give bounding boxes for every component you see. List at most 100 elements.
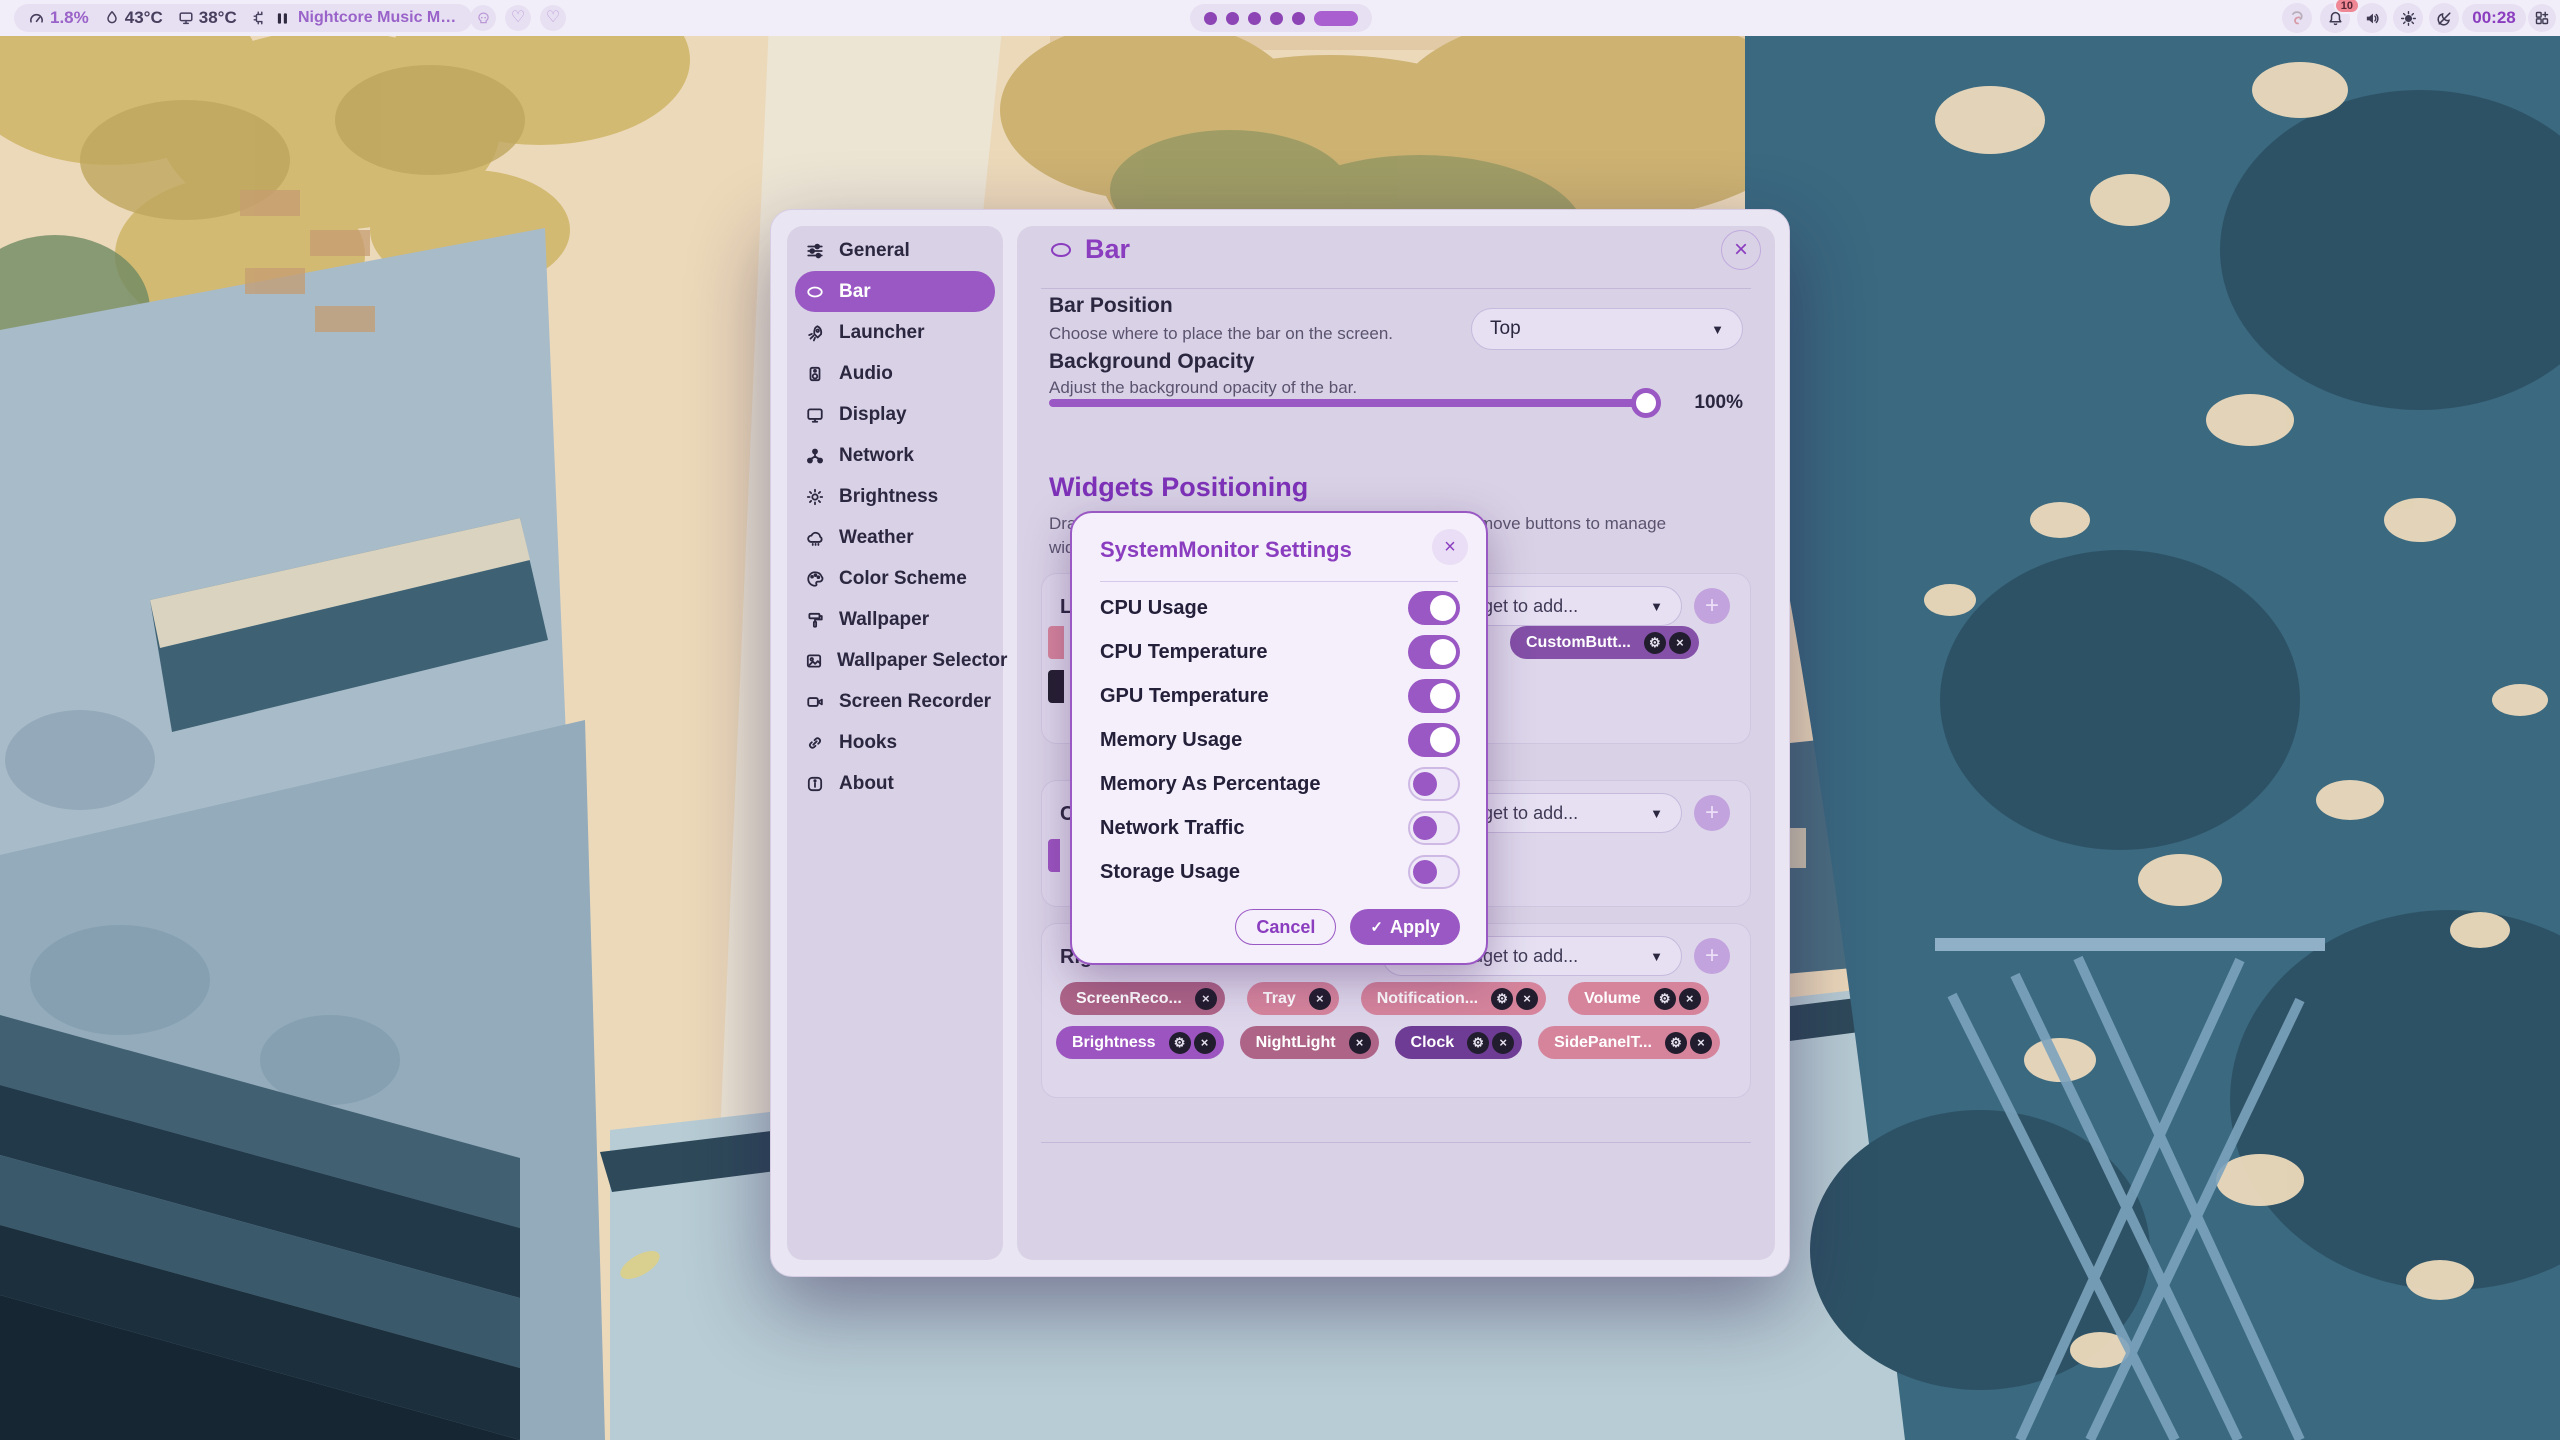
dialog-title: SystemMonitor Settings	[1100, 537, 1352, 563]
sidebar-item-screen-recorder[interactable]: Screen Recorder	[795, 681, 995, 722]
close-settings-button[interactable]: ×	[1721, 230, 1761, 270]
widget-chip[interactable]: ScreenReco... ×	[1060, 982, 1225, 1015]
toggle-row: CPU Usage	[1072, 586, 1486, 630]
tray-app-icon	[2288, 9, 2306, 27]
widget-chip[interactable]: Tray ×	[1247, 982, 1339, 1015]
widget-chip[interactable]: NightLight ×	[1240, 1026, 1379, 1059]
widget-settings-button[interactable]: ⚙	[1491, 988, 1513, 1010]
sidebar-item-brightness[interactable]: Brightness	[795, 476, 995, 517]
sidebar-item-display[interactable]: Display	[795, 394, 995, 435]
close-dialog-button[interactable]: ×	[1432, 529, 1468, 565]
workspace-dot[interactable]	[1292, 12, 1305, 25]
sidebar-item-network[interactable]: Network	[795, 435, 995, 476]
widget-settings-button[interactable]: ⚙	[1644, 632, 1666, 654]
sidebar-item-weather[interactable]: Weather	[795, 517, 995, 558]
widgets-positioning-title: Widgets Positioning	[1049, 472, 1308, 503]
widget-remove-button[interactable]: ×	[1669, 632, 1691, 654]
dashboard-button[interactable]	[2528, 4, 2556, 32]
workspace-dot[interactable]	[1226, 12, 1239, 25]
toggle-row: CPU Temperature	[1072, 630, 1486, 674]
info-icon	[805, 774, 825, 794]
toggle-switch[interactable]	[1408, 635, 1460, 669]
widget-chip[interactable]: Notification... ⚙ ×	[1361, 982, 1546, 1015]
apply-button[interactable]: ✓ Apply	[1350, 909, 1460, 945]
bar-position-label: Bar Position	[1049, 294, 1173, 318]
widget-chip[interactable]: Brightness ⚙ ×	[1056, 1026, 1224, 1059]
notifications-button[interactable]: 10	[2320, 3, 2350, 33]
workspace-dot[interactable]	[1204, 12, 1217, 25]
widget-chip[interactable]: Clock ⚙ ×	[1395, 1026, 1523, 1059]
toggle-switch[interactable]	[1408, 855, 1460, 889]
clock-widget[interactable]: 00:28	[2462, 4, 2526, 32]
workspace-dot[interactable]	[1270, 12, 1283, 25]
partially-hidden-chip[interactable]	[1048, 670, 1064, 703]
sidebar-item-wallpaper[interactable]: Wallpaper	[795, 599, 995, 640]
page-title: Bar	[1085, 234, 1130, 265]
widget-chip[interactable]: CustomButt... ⚙ ×	[1510, 626, 1699, 659]
widget-chip[interactable]: SidePanelT... ⚙ ×	[1538, 1026, 1720, 1059]
favorite-button[interactable]: ♡	[540, 5, 566, 31]
brightness-button[interactable]	[2393, 3, 2423, 33]
clock-time: 00:28	[2472, 8, 2515, 28]
sliders-icon	[805, 241, 825, 261]
sidebar-item-hooks[interactable]: Hooks	[795, 722, 995, 763]
skull-icon	[476, 11, 491, 26]
widget-remove-button[interactable]: ×	[1690, 1032, 1712, 1054]
cpu-temp-stat: 43°C	[104, 8, 163, 28]
toggle-switch[interactable]	[1408, 811, 1460, 845]
tray-app-button[interactable]	[2282, 3, 2312, 33]
widget-remove-button[interactable]: ×	[1679, 988, 1701, 1010]
partially-hidden-chip[interactable]	[1048, 626, 1064, 659]
paint-roller-icon	[805, 610, 825, 630]
background-opacity-value: 100%	[1694, 392, 1743, 414]
right-chips-row-2: Brightness ⚙ × NightLight × Clock	[1056, 1026, 1720, 1059]
desktop: 1.8% 43°C 38°C 9.7G Nightcore Music Mix …	[0, 0, 2560, 1440]
workspace-active-indicator[interactable]	[1314, 11, 1358, 26]
gear-icon: ⚙	[1174, 1035, 1186, 1051]
toggle-row: GPU Temperature	[1072, 674, 1486, 718]
toggle-switch[interactable]	[1408, 679, 1460, 713]
widget-settings-button[interactable]: ⚙	[1654, 988, 1676, 1010]
widget-settings-button[interactable]: ⚙	[1467, 1032, 1489, 1054]
sidebar-item-color-scheme[interactable]: Color Scheme	[795, 558, 995, 599]
bar-position-dropdown[interactable]: Top ▼	[1471, 308, 1743, 350]
sidebar-item-bar[interactable]: Bar	[795, 271, 995, 312]
cancel-button[interactable]: Cancel	[1235, 909, 1336, 945]
night-light-button[interactable]	[2429, 3, 2459, 33]
heart-icon: ♡	[546, 10, 560, 26]
bar-oval-icon	[805, 282, 825, 302]
header-divider	[1041, 288, 1751, 289]
slider-knob[interactable]	[1631, 388, 1661, 418]
widget-settings-button[interactable]: ⚙	[1169, 1032, 1191, 1054]
media-player-widget[interactable]: Nightcore Music Mix 20...	[262, 4, 472, 32]
skull-button[interactable]	[470, 5, 496, 31]
background-opacity-slider[interactable]	[1049, 399, 1657, 407]
workspace-dot[interactable]	[1248, 12, 1261, 25]
plus-icon: +	[1705, 942, 1719, 970]
toggle-switch[interactable]	[1408, 723, 1460, 757]
widget-remove-button[interactable]: ×	[1349, 1032, 1371, 1054]
widget-settings-button[interactable]: ⚙	[1665, 1032, 1687, 1054]
close-icon: ×	[1686, 991, 1694, 1006]
sidebar-item-audio[interactable]: Audio	[795, 353, 995, 394]
widget-remove-button[interactable]: ×	[1309, 988, 1331, 1010]
like-button[interactable]: ♡	[505, 5, 531, 31]
widget-remove-button[interactable]: ×	[1194, 1032, 1216, 1054]
center-add-widget-button[interactable]: +	[1694, 795, 1730, 831]
link-icon	[805, 733, 825, 753]
gear-icon: ⚙	[1670, 1035, 1682, 1051]
widget-remove-button[interactable]: ×	[1195, 988, 1217, 1010]
sidebar-item-about[interactable]: About	[795, 763, 995, 804]
widget-remove-button[interactable]: ×	[1492, 1032, 1514, 1054]
widget-chip[interactable]: Volume ⚙ ×	[1568, 982, 1709, 1015]
sidebar-item-wallpaper-selector[interactable]: Wallpaper Selector	[795, 640, 995, 681]
left-add-widget-button[interactable]: +	[1694, 588, 1730, 624]
sidebar-item-general[interactable]: General	[795, 230, 995, 271]
sidebar-item-launcher[interactable]: Launcher	[795, 312, 995, 353]
widget-remove-button[interactable]: ×	[1516, 988, 1538, 1010]
partially-hidden-chip[interactable]	[1048, 839, 1060, 872]
volume-button[interactable]	[2357, 3, 2387, 33]
right-add-widget-button[interactable]: +	[1694, 938, 1730, 974]
toggle-switch[interactable]	[1408, 591, 1460, 625]
toggle-switch[interactable]	[1408, 767, 1460, 801]
